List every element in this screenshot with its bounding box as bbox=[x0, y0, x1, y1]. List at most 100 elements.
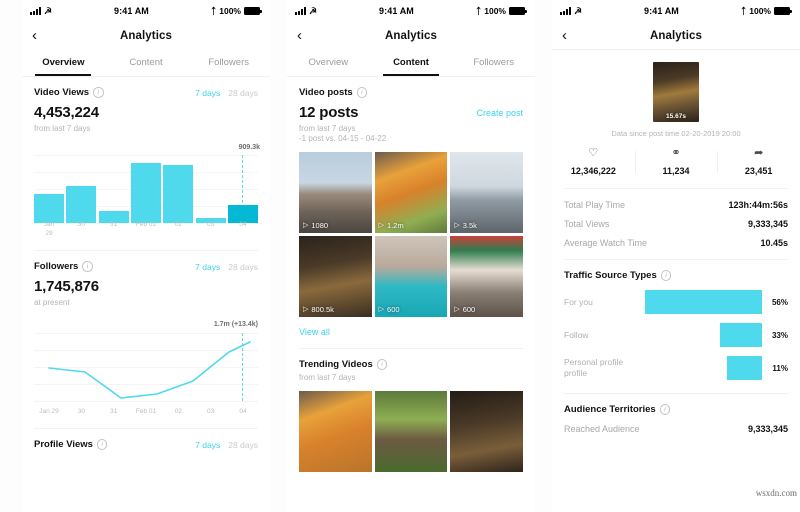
video-views-overlay: ▷ 600 bbox=[454, 305, 475, 314]
bar-column[interactable] bbox=[227, 155, 258, 223]
video-thumbnail[interactable]: ▷ 600 bbox=[374, 236, 448, 317]
metric-value: 9,333,345 bbox=[747, 424, 788, 434]
video-view-count: 3.5k bbox=[462, 221, 477, 230]
video-posts-title: Video posts bbox=[299, 87, 353, 98]
tab-content[interactable]: Content bbox=[370, 49, 453, 76]
profile-views-header: Profile Views i 7 days 28 days bbox=[34, 439, 258, 450]
status-right: ᛏ 100% bbox=[741, 6, 792, 16]
view-all-link[interactable]: View all bbox=[299, 327, 523, 337]
bar-column[interactable] bbox=[195, 155, 226, 223]
trending-grid bbox=[299, 391, 523, 472]
video-thumbnail[interactable]: ▷ 600 bbox=[450, 236, 523, 317]
video-views-overlay: ▷ 1080 bbox=[303, 221, 328, 230]
video-thumbnail[interactable]: ▷ 1.2m bbox=[374, 152, 448, 233]
range-7-days[interactable]: 7 days bbox=[195, 440, 220, 450]
play-icon: ▷ bbox=[303, 306, 309, 313]
range-28-days[interactable]: 28 days bbox=[228, 88, 258, 98]
video-thumbnail[interactable]: ▷ 1080 bbox=[299, 152, 372, 233]
phone-screen-overview: ☭ 9:41 AM ᛏ 100% ‹ Analytics Overview Co… bbox=[22, 0, 270, 512]
battery-icon bbox=[509, 7, 527, 15]
video-view-count: 600 bbox=[387, 305, 400, 314]
bar-column[interactable] bbox=[163, 155, 194, 223]
range-7-days[interactable]: 7 days bbox=[195, 262, 220, 272]
video-views-overlay: ▷ 3.5k bbox=[454, 221, 477, 230]
nav-bar: ‹ Analytics bbox=[552, 22, 800, 49]
metric-key: Reached Audience bbox=[564, 424, 640, 434]
info-icon[interactable]: i bbox=[82, 261, 93, 272]
video-thumbnail[interactable]: ▷ 800.5k bbox=[299, 236, 372, 317]
info-icon[interactable]: i bbox=[660, 270, 672, 281]
status-bar: ☭ 9:41 AM ᛏ 100% bbox=[287, 0, 535, 22]
battery-icon bbox=[244, 7, 262, 15]
info-icon[interactable]: i bbox=[93, 87, 104, 98]
traffic-label: Personal profile profile bbox=[564, 357, 624, 378]
info-icon[interactable]: i bbox=[659, 404, 671, 415]
range-7-days[interactable]: 7 days bbox=[195, 88, 220, 98]
page-title: Analytics bbox=[119, 29, 173, 42]
video-views-overlay: ▷ 1.2m bbox=[379, 221, 404, 230]
section-followers: Followers i 7 days 28 days 1,745,876 at … bbox=[22, 251, 270, 417]
range-28-days[interactable]: 28 days bbox=[228, 262, 258, 272]
post-thumbnail-wrap: 15.67s bbox=[552, 62, 800, 122]
video-views-overlay: ▷ 600 bbox=[379, 305, 400, 314]
video-thumbnail[interactable]: ▷ 3.5k bbox=[450, 152, 523, 233]
traffic-label: Follow bbox=[564, 329, 589, 340]
x-tick-label: 30 bbox=[77, 408, 85, 416]
section-video-views: Video Views i 7 days 28 days 4,453,224 f… bbox=[22, 77, 270, 239]
share-icon: ➦ bbox=[754, 147, 764, 159]
likes-value: 12,346,222 bbox=[570, 166, 616, 176]
chart-x-axis: Jan 29 30 31 Feb 01 02 03 04 bbox=[34, 408, 258, 417]
tab-overview[interactable]: Overview bbox=[287, 49, 370, 76]
metric-row: Total Views 9,333,345 bbox=[564, 210, 788, 229]
create-post-button[interactable]: Create post bbox=[476, 108, 523, 118]
traffic-percent: 56% bbox=[771, 297, 788, 307]
nav-bar: ‹ Analytics bbox=[22, 22, 270, 49]
post-thumbnail[interactable]: 15.67s bbox=[653, 62, 699, 122]
play-icon: ▷ bbox=[378, 306, 385, 313]
x-tick-label: 03 bbox=[207, 221, 215, 229]
bar-column[interactable] bbox=[66, 155, 97, 223]
battery-percent: 100% bbox=[219, 6, 241, 16]
x-tick-label: 04 bbox=[239, 408, 247, 416]
profile-views-range-toggle: 7 days 28 days bbox=[195, 440, 258, 450]
traffic-percent: 11% bbox=[772, 363, 788, 373]
video-thumbnail[interactable] bbox=[450, 391, 523, 472]
range-28-days[interactable]: 28 days bbox=[228, 440, 258, 450]
tab-followers[interactable]: Followers bbox=[452, 49, 535, 76]
play-icon: ▷ bbox=[303, 222, 309, 229]
tab-followers[interactable]: Followers bbox=[187, 49, 270, 76]
tab-bar: Overview Content Followers bbox=[22, 49, 270, 77]
followers-title: Followers bbox=[34, 261, 79, 272]
x-tick-label: 02 bbox=[174, 408, 182, 416]
signal-icon bbox=[560, 7, 571, 15]
profile-views-title-group: Profile Views i bbox=[34, 439, 108, 450]
video-views-value: 4,453,224 bbox=[34, 104, 99, 121]
video-grid: ▷ 1080 ▷ 1.2m ▷ 3.5k ▷ 800.5k ▷ 600 ▷ 60… bbox=[299, 152, 523, 317]
video-view-count: 1.2m bbox=[387, 221, 404, 230]
info-icon[interactable]: i bbox=[96, 439, 108, 450]
followers-caption: at present bbox=[34, 298, 70, 307]
followers-title-group: Followers i bbox=[34, 261, 93, 272]
info-icon[interactable]: i bbox=[356, 87, 368, 98]
bar-column[interactable] bbox=[130, 155, 161, 223]
tab-bar: Overview Content Followers bbox=[287, 49, 535, 77]
x-tick-label: 02 bbox=[174, 221, 182, 229]
watermark: wsxdn.com bbox=[755, 488, 797, 498]
info-icon[interactable]: i bbox=[376, 359, 388, 370]
bar-column[interactable] bbox=[34, 155, 64, 223]
tab-overview[interactable]: Overview bbox=[22, 49, 105, 76]
wifi-icon: ☭ bbox=[44, 5, 53, 16]
traffic-percent: 33% bbox=[771, 330, 788, 340]
shares-value: 23,451 bbox=[744, 166, 773, 176]
screenshot-root: ☭ 9:41 AM ᛏ 100% ‹ Analytics Overview Co… bbox=[0, 0, 800, 512]
tab-content[interactable]: Content bbox=[105, 49, 188, 76]
metric-key: Total Play Time bbox=[564, 200, 626, 210]
metric-row: Reached Audience 9,333,345 bbox=[564, 415, 788, 434]
video-thumbnail[interactable] bbox=[374, 391, 448, 472]
play-icon: ▷ bbox=[454, 222, 460, 229]
bar-column[interactable] bbox=[98, 155, 129, 223]
wifi-icon: ☭ bbox=[574, 5, 583, 16]
comments-value: 11,234 bbox=[662, 166, 690, 176]
video-thumbnail[interactable] bbox=[299, 391, 372, 472]
engagement-stats: ♡ 12,346,222 ⚭ 11,234 ➦ 23,451 bbox=[552, 147, 800, 177]
